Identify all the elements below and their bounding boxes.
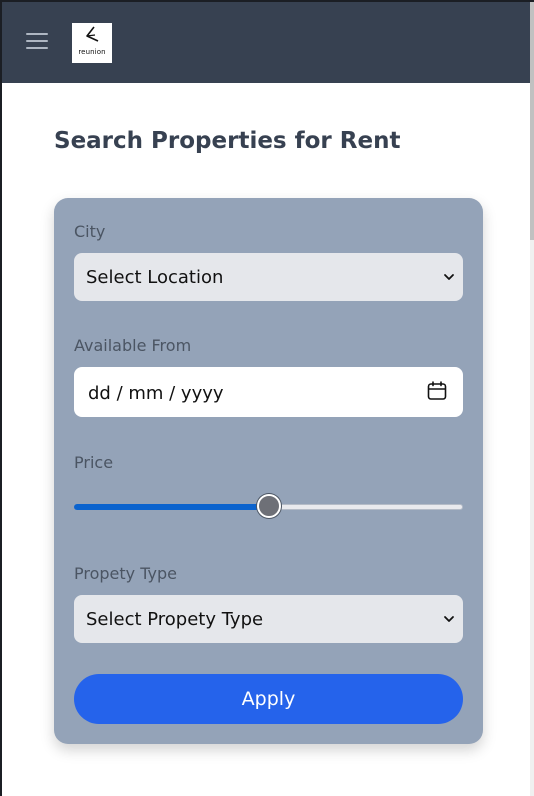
reunion-logo[interactable]: reunion — [72, 23, 112, 63]
price-range-slider[interactable] — [74, 494, 463, 518]
hamburger-menu-icon[interactable] — [26, 33, 48, 51]
app-frame: reunion Search Properties for Rent City … — [0, 0, 534, 796]
logo-text: reunion — [78, 48, 106, 56]
price-label: Price — [74, 453, 114, 472]
property-type-select[interactable]: Select Propety Type — [74, 595, 463, 643]
scrollbar-thumb[interactable] — [530, 2, 534, 240]
city-select[interactable]: Select Location — [74, 253, 463, 301]
page-scrollbar[interactable] — [530, 2, 534, 796]
chevron-down-icon — [444, 274, 454, 280]
city-label: City — [74, 222, 106, 241]
property-type-label: Propety Type — [74, 564, 177, 583]
chevron-down-icon — [444, 616, 454, 622]
reunion-logo-mark-icon — [86, 26, 99, 42]
slider-fill — [74, 504, 269, 510]
page-title: Search Properties for Rent — [54, 128, 401, 154]
available-from-date-input[interactable]: dd / mm / yyyy — [74, 367, 463, 417]
city-select-value: Select Location — [86, 267, 224, 288]
apply-button[interactable]: Apply — [74, 674, 463, 724]
slider-thumb[interactable] — [257, 494, 281, 518]
date-input-value: dd / mm / yyyy — [88, 383, 224, 404]
available-from-label: Available From — [74, 336, 192, 355]
search-filter-card: City Select Location Available From dd /… — [54, 198, 483, 744]
calendar-icon[interactable] — [427, 381, 447, 401]
top-navbar: reunion — [2, 2, 532, 83]
property-type-select-value: Select Propety Type — [86, 609, 264, 630]
